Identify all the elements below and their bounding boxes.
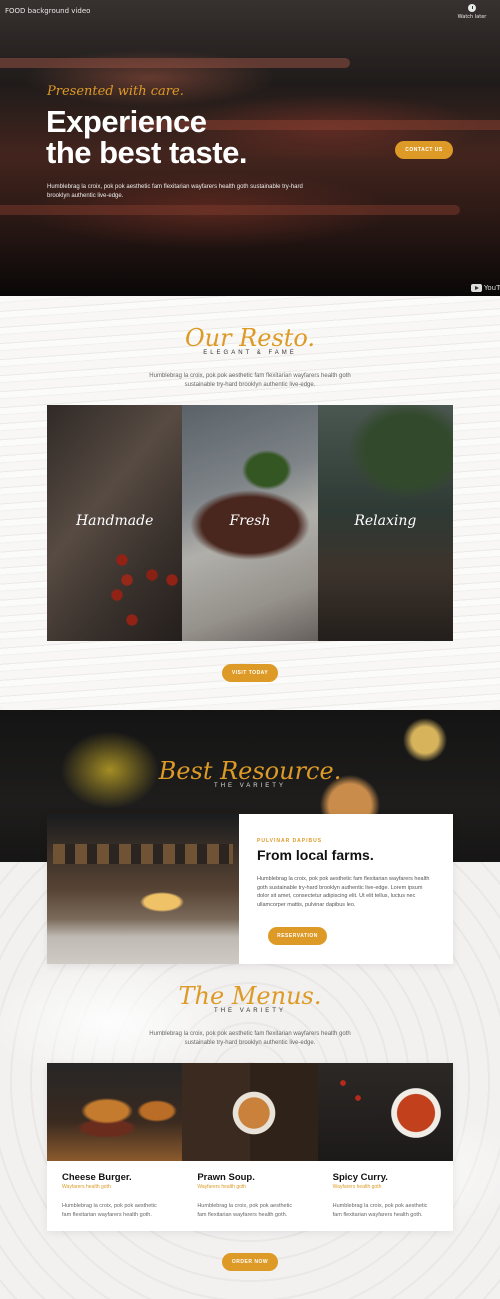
farm-eyebrow: PULVINAR DAPIBUS: [257, 838, 323, 844]
menu-list: Cheese Burger. Wayfarers health goth Hum…: [47, 1063, 453, 1231]
panel-label: Relaxing: [354, 513, 417, 529]
menu-item[interactable]: Prawn Soup. Wayfarers health goth Humble…: [182, 1063, 318, 1231]
gallery-panel-fresh[interactable]: Fresh: [182, 405, 318, 641]
menu-item-desc: Humblebrag la croix, pok pok aesthetic f…: [62, 1203, 157, 1218]
menu-item-sub: Wayfarers health goth: [197, 1184, 247, 1190]
menus-subtitle: THE VARIETY: [214, 1008, 286, 1014]
resto-gallery: Handmade Fresh Relaxing: [47, 405, 453, 641]
resource-heading: Best Resource. THE VARIETY: [0, 757, 500, 789]
resto-section: Our Resto. ELEGANT & FAME Humblebrag la …: [0, 296, 500, 712]
spicy-curry-image: [317, 1063, 453, 1161]
cheese-burger-image: [47, 1063, 183, 1161]
video-title[interactable]: FOOD background video: [5, 7, 90, 15]
youtube-logo[interactable]: YouTube: [471, 284, 500, 292]
panel-label: Handmade: [75, 513, 154, 529]
menus-intro: Humblebrag la croix, pok pok aesthetic f…: [149, 1031, 351, 1046]
farm-body: Humblebrag la croix, pok pok aesthetic f…: [257, 876, 430, 908]
visit-today-button[interactable]: VISIT TODAY: [222, 664, 278, 682]
reservation-button[interactable]: RESERVATION: [268, 927, 327, 945]
menu-item-name: Spicy Curry.: [332, 1172, 388, 1183]
hero-video-section[interactable]: FOOD background video Watch later Presen…: [0, 0, 500, 298]
youtube-play-icon: [471, 284, 482, 292]
farm-card: PULVINAR DAPIBUS From local farms. Humbl…: [47, 814, 453, 964]
hero-heading: Experience the best taste.: [46, 106, 286, 168]
resto-title: Our Resto.: [184, 324, 316, 352]
hero-heading-line2: the best taste.: [46, 135, 247, 170]
youtube-label: YouTube: [484, 284, 500, 292]
menu-item-sub: Wayfarers health goth: [332, 1184, 382, 1190]
watch-later-button[interactable]: Watch later: [456, 4, 488, 20]
gallery-panel-handmade[interactable]: Handmade: [47, 405, 183, 641]
menu-item-desc: Humblebrag la croix, pok pok aesthetic f…: [197, 1203, 293, 1218]
shelf-row: [53, 844, 233, 864]
contact-us-button[interactable]: CONTACT US: [395, 141, 453, 159]
menus-heading: The Menus. THE VARIETY: [0, 982, 500, 1014]
resto-subtitle: ELEGANT & FAME: [203, 350, 297, 356]
gallery-panel-relaxing[interactable]: Relaxing: [317, 405, 453, 641]
resto-heading: Our Resto. ELEGANT & FAME: [0, 324, 500, 356]
clock-icon: [468, 4, 476, 12]
menu-item-name: Prawn Soup.: [197, 1172, 255, 1183]
resto-intro: Humblebrag la croix, pok pok aesthetic f…: [149, 373, 351, 388]
menu-item-sub: Wayfarers health goth: [62, 1184, 111, 1190]
resource-subtitle: THE VARIETY: [214, 783, 286, 789]
menu-item[interactable]: Spicy Curry. Wayfarers health goth Humbl…: [317, 1063, 453, 1231]
menu-item-desc: Humblebrag la croix, pok pok aesthetic f…: [332, 1203, 428, 1218]
farm-heading: From local farms.: [257, 847, 374, 863]
hero-tagline: Presented with care.: [47, 84, 184, 99]
hero-body: Humblebrag la croix, pok pok aesthetic f…: [47, 184, 303, 199]
page: FOOD background video Watch later Presen…: [0, 0, 500, 1299]
order-now-button[interactable]: ORDER NOW: [222, 1253, 278, 1271]
prawn-soup-image: [182, 1063, 318, 1161]
restaurant-bar-image: [47, 814, 239, 964]
resource-title: Best Resource.: [158, 757, 342, 785]
menu-item-name: Cheese Burger.: [62, 1172, 132, 1183]
menus-title: The Menus.: [178, 982, 322, 1010]
panel-label: Fresh: [229, 513, 271, 529]
watch-later-label: Watch later: [457, 14, 487, 20]
hero-heading-line1: Experience: [46, 104, 207, 139]
menu-item[interactable]: Cheese Burger. Wayfarers health goth Hum…: [47, 1063, 183, 1231]
